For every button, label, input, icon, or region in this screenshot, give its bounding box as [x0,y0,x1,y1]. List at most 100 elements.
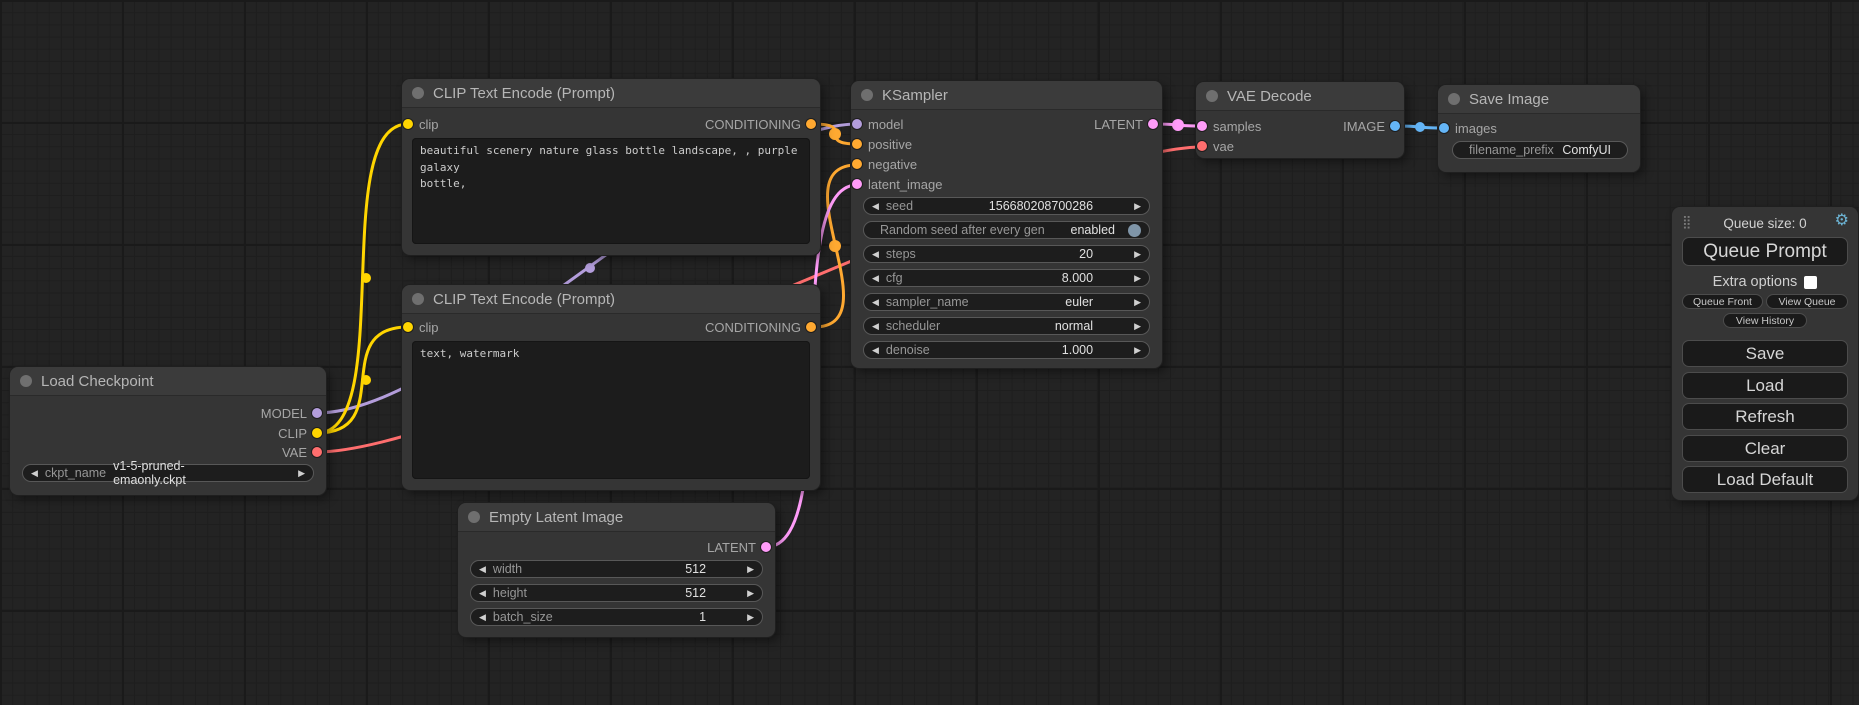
output-port-conditioning[interactable] [806,119,816,129]
node-title-bar[interactable]: CLIP Text Encode (Prompt) [402,285,820,314]
cfg-number-widget[interactable]: ◀ cfg 8.000 ▶ [863,269,1150,287]
collapse-dot-icon[interactable] [412,87,424,99]
decrement-arrow-icon[interactable]: ◀ [872,298,879,307]
increment-arrow-icon[interactable]: ▶ [1134,346,1141,355]
increment-arrow-icon[interactable]: ▶ [1134,322,1141,331]
widget-value: 1 [699,610,706,624]
decrement-arrow-icon[interactable]: ◀ [479,613,486,622]
widget-label: ckpt_name [45,466,106,480]
scheduler-combo-widget[interactable]: ◀ scheduler normal ▶ [863,317,1150,335]
input-port-latent-image[interactable] [852,179,862,189]
decrement-arrow-icon[interactable]: ◀ [479,589,486,598]
node-load-checkpoint[interactable]: Load Checkpoint MODEL CLIP VAE ◀ ckpt_na… [10,367,326,495]
sampler-name-combo-widget[interactable]: ◀ sampler_name euler ▶ [863,293,1150,311]
input-port-vae[interactable] [1197,141,1207,151]
queue-prompt-button[interactable]: Queue Prompt [1682,237,1848,266]
toggle-enabled-dot[interactable] [1128,224,1141,237]
increment-arrow-icon[interactable]: ▶ [747,613,754,622]
widget-value: euler [1065,295,1093,309]
node-title-bar[interactable]: Save Image [1438,85,1640,114]
negative-prompt-textarea[interactable]: text, watermark [412,341,810,479]
seed-number-widget[interactable]: ◀ seed 156680208700286 ▶ [863,197,1150,215]
decrement-arrow-icon[interactable]: ◀ [31,469,38,478]
width-number-widget[interactable]: ◀ width 512 ▶ [470,560,763,578]
load-button[interactable]: Load [1682,372,1848,399]
output-port-clip[interactable] [312,428,322,438]
extra-options-checkbox[interactable] [1804,276,1817,289]
decrement-arrow-icon[interactable]: ◀ [872,202,879,211]
output-label-clip: CLIP [278,426,307,441]
output-port-latent[interactable] [761,542,771,552]
input-label-positive: positive [868,137,912,152]
output-label-conditioning: CONDITIONING [705,117,801,132]
increment-arrow-icon[interactable]: ▶ [1134,298,1141,307]
collapse-dot-icon[interactable] [468,511,480,523]
collapse-dot-icon[interactable] [412,293,424,305]
node-ksampler[interactable]: KSampler model LATENT positive negative … [851,81,1162,368]
queue-front-button[interactable]: Queue Front [1682,294,1763,309]
input-port-negative[interactable] [852,159,862,169]
node-graph-canvas[interactable]: Load Checkpoint MODEL CLIP VAE ◀ ckpt_na… [0,0,1859,705]
node-save-image[interactable]: Save Image images filename_prefix ComfyU… [1438,85,1640,172]
ckpt-name-combo-widget[interactable]: ◀ ckpt_name v1-5-pruned-emaonly.ckpt ▶ [22,464,314,482]
output-port-image[interactable] [1390,121,1400,131]
widget-value: v1-5-pruned-emaonly.ckpt [113,459,257,487]
widget-value: 8.000 [1062,271,1093,285]
widget-label: sampler_name [886,295,969,309]
decrement-arrow-icon[interactable]: ◀ [479,565,486,574]
collapse-dot-icon[interactable] [1448,93,1460,105]
batch-size-number-widget[interactable]: ◀ batch_size 1 ▶ [470,608,763,626]
collapse-dot-icon[interactable] [1206,90,1218,102]
increment-arrow-icon[interactable]: ▶ [1134,274,1141,283]
random-seed-toggle-widget[interactable]: Random seed after every gen enabled [863,221,1150,239]
settings-gear-icon[interactable]: ⚙ [1835,213,1849,229]
node-title-bar[interactable]: KSampler [851,81,1162,110]
output-port-model[interactable] [312,408,322,418]
clear-button[interactable]: Clear [1682,435,1848,462]
widget-label: height [493,586,527,600]
link-midpoint-dot [585,263,595,273]
filename-prefix-text-widget[interactable]: filename_prefix ComfyUI [1452,141,1628,159]
node-vae-decode[interactable]: VAE Decode samples IMAGE vae [1196,82,1404,158]
input-label-negative: negative [868,157,917,172]
increment-arrow-icon[interactable]: ▶ [298,469,305,478]
node-empty-latent-image[interactable]: Empty Latent Image LATENT ◀ width 512 ▶ … [458,503,775,637]
decrement-arrow-icon[interactable]: ◀ [872,322,879,331]
collapse-dot-icon[interactable] [861,89,873,101]
node-title: VAE Decode [1227,88,1312,105]
node-title-bar[interactable]: CLIP Text Encode (Prompt) [402,79,820,108]
load-default-button[interactable]: Load Default [1682,466,1848,493]
collapse-dot-icon[interactable] [20,375,32,387]
refresh-button[interactable]: Refresh [1682,403,1848,430]
widget-label: seed [886,199,913,213]
decrement-arrow-icon[interactable]: ◀ [872,274,879,283]
view-queue-button[interactable]: View Queue [1766,294,1848,309]
decrement-arrow-icon[interactable]: ◀ [872,250,879,259]
link-midpoint-dot [361,273,371,283]
view-history-button[interactable]: View History [1723,313,1807,328]
increment-arrow-icon[interactable]: ▶ [747,565,754,574]
denoise-number-widget[interactable]: ◀ denoise 1.000 ▶ [863,341,1150,359]
input-port-images[interactable] [1439,123,1449,133]
output-port-vae[interactable] [312,447,322,457]
decrement-arrow-icon[interactable]: ◀ [872,346,879,355]
node-title-bar[interactable]: VAE Decode [1196,82,1404,111]
widget-value: 1.000 [1062,343,1093,357]
output-port-conditioning[interactable] [806,322,816,332]
steps-number-widget[interactable]: ◀ steps 20 ▶ [863,245,1150,263]
output-label-latent: LATENT [1094,117,1143,132]
save-button[interactable]: Save [1682,340,1848,367]
widget-value: 20 [1079,247,1093,261]
height-number-widget[interactable]: ◀ height 512 ▶ [470,584,763,602]
positive-prompt-textarea[interactable]: beautiful scenery nature glass bottle la… [412,138,810,244]
node-title-bar[interactable]: Empty Latent Image [458,503,775,532]
increment-arrow-icon[interactable]: ▶ [1134,202,1141,211]
increment-arrow-icon[interactable]: ▶ [747,589,754,598]
node-clip-text-encode-negative[interactable]: CLIP Text Encode (Prompt) clip CONDITION… [402,285,820,490]
input-port-positive[interactable] [852,139,862,149]
node-clip-text-encode-positive[interactable]: CLIP Text Encode (Prompt) clip CONDITION… [402,79,820,255]
node-title-bar[interactable]: Load Checkpoint [10,367,326,396]
widget-label: Random seed after every gen [880,223,1045,237]
output-port-latent[interactable] [1148,119,1158,129]
increment-arrow-icon[interactable]: ▶ [1134,250,1141,259]
